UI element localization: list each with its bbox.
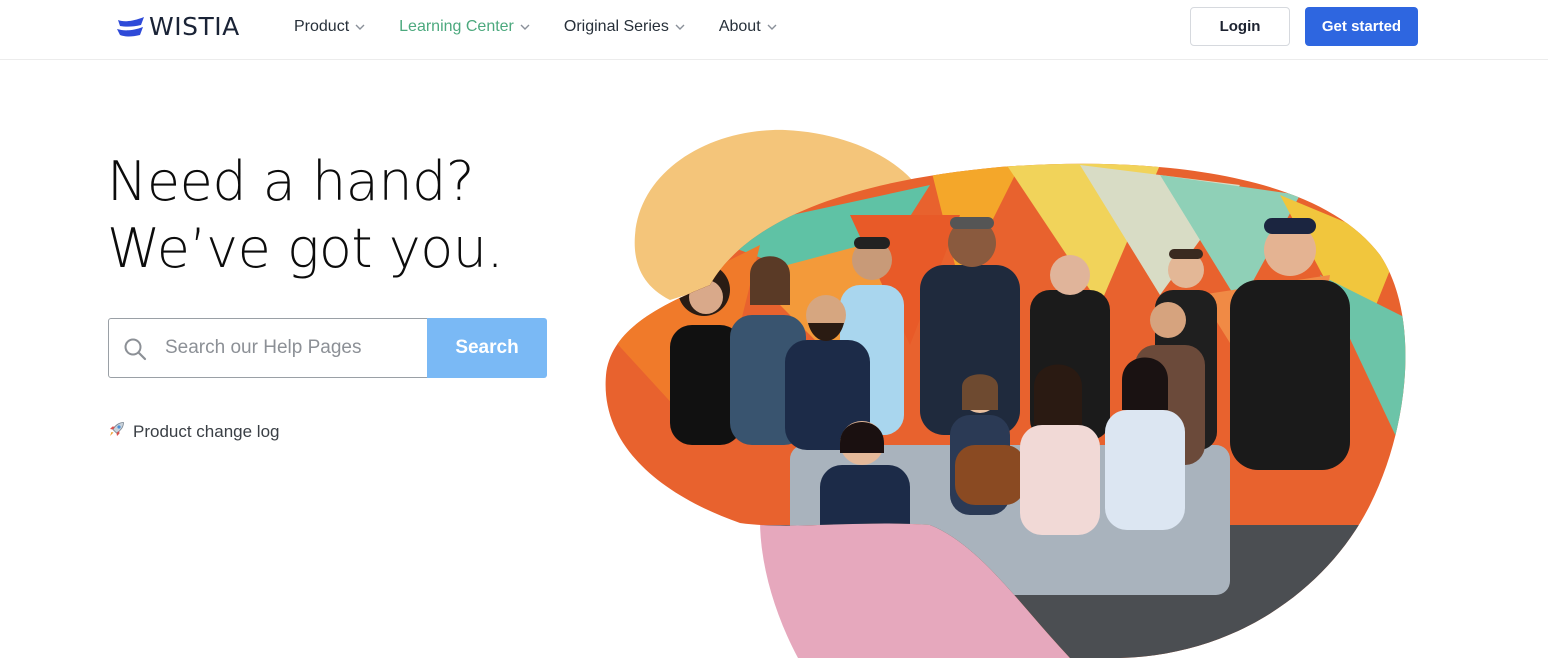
wistia-logo[interactable]: WISTIA xyxy=(117,13,240,41)
search-box xyxy=(108,318,428,378)
wistia-wave-icon xyxy=(117,17,144,37)
site-header: WISTIA Product Learning Center Original … xyxy=(0,0,1548,60)
nav-item-label: Original Series xyxy=(563,18,669,35)
chevron-down-icon xyxy=(355,24,365,30)
rocket-icon xyxy=(108,421,125,443)
nav-item-label: About xyxy=(718,18,761,35)
logo-text: WISTIA xyxy=(149,12,240,41)
main-nav: Product Learning Center Original Series … xyxy=(294,0,811,54)
nav-item-label: Learning Center xyxy=(399,18,514,35)
get-started-button[interactable]: Get started xyxy=(1305,7,1418,46)
nav-item-original-series[interactable]: Original Series xyxy=(564,18,685,36)
team-photo-illustration xyxy=(600,125,1430,658)
nav-item-about[interactable]: About xyxy=(719,18,777,36)
team-photo-image xyxy=(605,129,1406,658)
login-button[interactable]: Login xyxy=(1190,7,1290,46)
changelog-label: Product change log xyxy=(133,422,280,441)
headline-line-1: Need a hand? xyxy=(107,150,475,213)
nav-item-label: Product xyxy=(294,18,350,35)
nav-item-learning-center[interactable]: Learning Center xyxy=(399,18,530,36)
chevron-down-icon xyxy=(767,24,777,30)
chevron-down-icon xyxy=(675,24,685,30)
headline-line-2: We’ve got you. xyxy=(107,217,504,280)
search-input[interactable] xyxy=(165,319,420,377)
search-icon xyxy=(123,337,147,366)
search-button[interactable]: Search xyxy=(427,318,547,378)
nav-item-product[interactable]: Product xyxy=(294,18,365,36)
chevron-down-icon xyxy=(520,24,530,30)
page-title: Need a hand? We’ve got you. xyxy=(107,148,504,282)
product-change-log-link[interactable]: Product change log xyxy=(108,421,280,443)
